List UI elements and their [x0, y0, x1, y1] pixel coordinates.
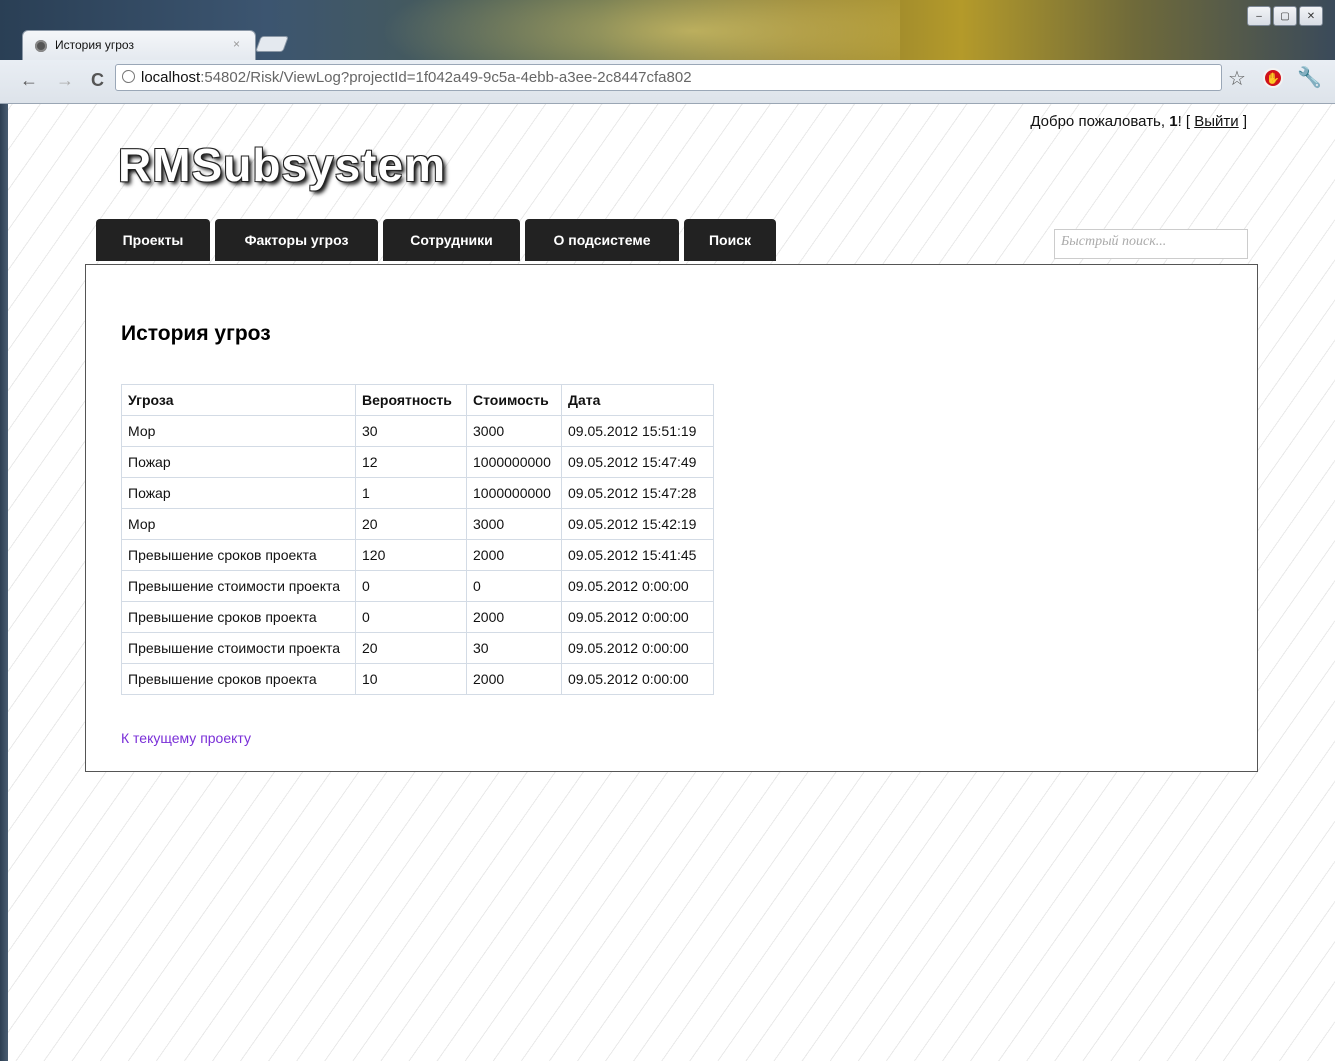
cell-cost: 2000: [466, 601, 562, 633]
cell-threat: Мор: [121, 508, 356, 540]
cell-date: 09.05.2012 15:47:49: [561, 446, 714, 478]
table-row: Превышение сроков проекта 120 2000 09.05…: [121, 539, 714, 571]
cell-threat: Превышение стоимости проекта: [121, 632, 356, 664]
cell-probability: 0: [355, 601, 467, 633]
welcome-suffix: ! [: [1177, 113, 1195, 130]
cell-cost: 2000: [466, 539, 562, 571]
cell-threat: Превышение стоимости проекта: [121, 570, 356, 602]
wrench-menu-icon[interactable]: 🔧: [1297, 65, 1322, 90]
cell-probability: 30: [355, 415, 467, 447]
forward-icon[interactable]: →: [56, 70, 74, 91]
table-row: Пожар 1 1000000000 09.05.2012 15:47:28: [121, 477, 714, 509]
cell-cost: 30: [466, 632, 562, 664]
browser-chrome: История угроз × – ▢ ✕ ← → C localhost:54…: [0, 0, 1335, 104]
table-header-row: Угроза Вероятность Стоимость Дата: [121, 384, 714, 416]
maximize-button[interactable]: ▢: [1273, 6, 1297, 26]
cell-threat: Превышение сроков проекта: [121, 539, 356, 571]
table-row: Мор 30 3000 09.05.2012 15:51:19: [121, 415, 714, 447]
page-info-icon[interactable]: [122, 70, 135, 83]
cell-probability: 120: [355, 539, 467, 571]
window-left-edge: [0, 104, 8, 1061]
cell-threat: Превышение сроков проекта: [121, 601, 356, 633]
table-row: Превышение сроков проекта 0 2000 09.05.2…: [121, 601, 714, 633]
column-header-threat: Угроза: [121, 384, 356, 416]
cell-probability: 10: [355, 663, 467, 695]
welcome-text: Добро пожаловать, 1! [ Выйти ]: [1030, 113, 1247, 130]
cell-date: 09.05.2012 0:00:00: [561, 601, 714, 633]
cell-cost: 1000000000: [466, 446, 562, 478]
column-header-cost: Стоимость: [466, 384, 562, 416]
tab-favicon-icon: [35, 40, 47, 52]
cell-date: 09.05.2012 0:00:00: [561, 663, 714, 695]
cell-cost: 3000: [466, 508, 562, 540]
window-controls: – ▢ ✕: [1247, 6, 1323, 26]
main-menu: Проекты Факторы угроз Сотрудники О подси…: [96, 219, 776, 261]
cell-cost: 3000: [466, 415, 562, 447]
logout-link[interactable]: Выйти: [1194, 113, 1238, 130]
cell-date: 09.05.2012 15:47:28: [561, 477, 714, 509]
welcome-prefix: Добро пожаловать,: [1030, 113, 1170, 130]
cell-date: 09.05.2012 0:00:00: [561, 570, 714, 602]
cell-date: 09.05.2012 15:51:19: [561, 415, 714, 447]
page-title: История угроз: [121, 322, 271, 345]
username: 1: [1169, 113, 1178, 130]
close-window-button[interactable]: ✕: [1299, 6, 1323, 26]
url-host: localhost: [141, 69, 201, 86]
browser-tab[interactable]: История угроз ×: [22, 30, 256, 61]
site-logo[interactable]: RMSubsystem: [118, 138, 446, 192]
page-content: Добро пожаловать, 1! [ Выйти ] RMSubsyst…: [8, 104, 1335, 1061]
column-header-probability: Вероятность: [355, 384, 467, 416]
threat-log-table: Угроза Вероятность Стоимость Дата Мор 30…: [121, 384, 714, 695]
menu-item-about[interactable]: О подсистеме: [525, 219, 679, 261]
welcome-end: ]: [1238, 113, 1247, 130]
bookmark-star-icon[interactable]: ☆: [1228, 66, 1246, 91]
menu-item-projects[interactable]: Проекты: [96, 219, 210, 261]
tab-title: История угроз: [55, 38, 134, 52]
cell-threat: Превышение сроков проекта: [121, 663, 356, 695]
menu-item-threat-factors[interactable]: Факторы угроз: [215, 219, 378, 261]
cell-probability: 12: [355, 446, 467, 478]
table-row: Мор 20 3000 09.05.2012 15:42:19: [121, 508, 714, 540]
cell-date: 09.05.2012 15:41:45: [561, 539, 714, 571]
cell-date: 09.05.2012 0:00:00: [561, 632, 714, 664]
cell-probability: 20: [355, 508, 467, 540]
cell-cost: 0: [466, 570, 562, 602]
url-path: :54802/Risk/ViewLog?projectId=1f042a49-9…: [200, 69, 692, 86]
cell-threat: Мор: [121, 415, 356, 447]
cell-cost: 1000000000: [466, 477, 562, 509]
menu-item-employees[interactable]: Сотрудники: [383, 219, 520, 261]
table-row: Превышение сроков проекта 10 2000 09.05.…: [121, 663, 714, 695]
cell-cost: 2000: [466, 663, 562, 695]
address-bar[interactable]: localhost:54802/Risk/ViewLog?projectId=1…: [115, 64, 1222, 91]
adblock-stop-icon[interactable]: ✋: [1263, 68, 1283, 88]
minimize-button[interactable]: –: [1247, 6, 1271, 26]
back-to-project-link[interactable]: К текущему проекту: [121, 730, 251, 746]
browser-toolbar: ← → C localhost:54802/Risk/ViewLog?proje…: [0, 60, 1335, 104]
main-panel: История угроз Угроза Вероятность Стоимос…: [85, 264, 1258, 772]
url-text: localhost:54802/Risk/ViewLog?projectId=1…: [141, 69, 692, 86]
table-row: Превышение стоимости проекта 20 30 09.05…: [121, 632, 714, 664]
column-header-date: Дата: [561, 384, 714, 416]
reload-icon[interactable]: C: [91, 70, 104, 91]
cell-probability: 0: [355, 570, 467, 602]
cell-date: 09.05.2012 15:42:19: [561, 508, 714, 540]
table-row: Превышение стоимости проекта 0 0 09.05.2…: [121, 570, 714, 602]
cell-threat: Пожар: [121, 446, 356, 478]
table-row: Пожар 12 1000000000 09.05.2012 15:47:49: [121, 446, 714, 478]
cell-probability: 20: [355, 632, 467, 664]
back-icon[interactable]: ←: [20, 70, 38, 91]
cell-threat: Пожар: [121, 477, 356, 509]
tab-close-icon[interactable]: ×: [233, 37, 240, 51]
new-tab-button[interactable]: [255, 36, 289, 52]
menu-item-search[interactable]: Поиск: [684, 219, 776, 261]
quick-search-input[interactable]: Быстрый поиск...: [1054, 229, 1248, 259]
cell-probability: 1: [355, 477, 467, 509]
